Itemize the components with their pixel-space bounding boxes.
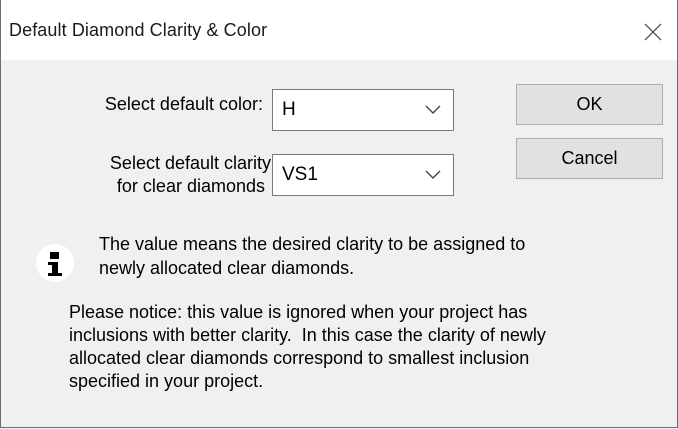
dialog-title: Default Diamond Clarity & Color [9, 20, 268, 40]
info-message-line2: newly allocated clear diamonds. [99, 258, 355, 278]
notice-line1: Please notice: this value is ignored whe… [69, 302, 528, 322]
ok-button[interactable]: OK [516, 84, 663, 125]
notice-message: Please notice: this value is ignored whe… [69, 301, 669, 393]
default-color-select[interactable]: H [272, 89, 454, 131]
notice-line2: inclusions with better clarity. In this … [69, 325, 546, 345]
close-icon [644, 23, 662, 41]
default-clarity-label-line2: for clear diamonds [116, 176, 265, 196]
close-button[interactable] [633, 14, 673, 50]
chevron-down-icon [425, 105, 441, 114]
default-clarity-select[interactable]: VS1 [272, 154, 454, 196]
default-clarity-label: Select default clarity for clear diamond… [31, 152, 271, 198]
default-color-value: H [282, 99, 296, 120]
notice-line4: specified in your project. [69, 371, 264, 391]
info-message: The value means the desired clarity to b… [99, 232, 659, 280]
dialog-window: Default Diamond Clarity & Color Select d… [0, 0, 678, 428]
cancel-button[interactable]: Cancel [516, 138, 663, 179]
title-bar: Default Diamond Clarity & Color [1, 0, 677, 60]
default-clarity-value: VS1 [282, 164, 318, 185]
info-message-line1: The value means the desired clarity to b… [99, 234, 526, 254]
info-icon [36, 244, 74, 282]
default-clarity-label-line1: Select default clarity [109, 153, 271, 173]
default-color-label: Select default color: [104, 94, 263, 114]
chevron-down-icon [425, 170, 441, 179]
notice-line3: allocated clear diamonds correspond to s… [69, 348, 530, 368]
